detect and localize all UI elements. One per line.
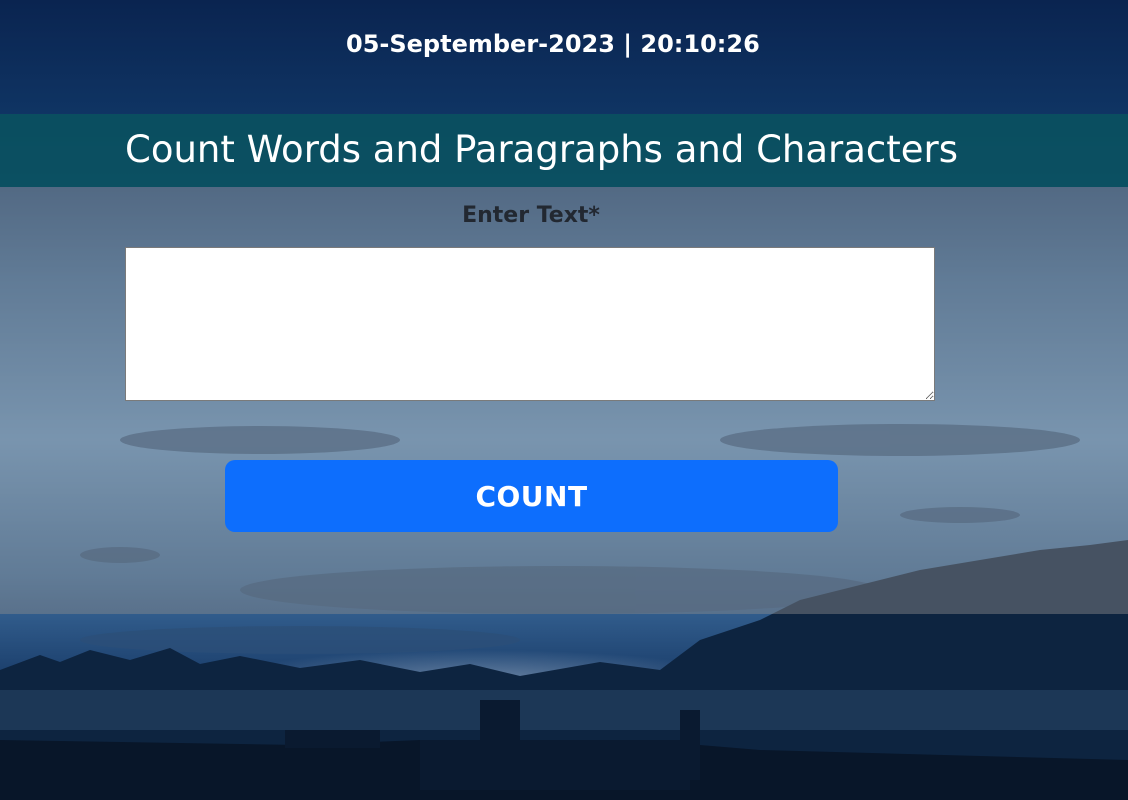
text-field-label: Enter Text* [462,203,600,228]
page-title: Count Words and Paragraphs and Character… [125,128,959,171]
count-button[interactable]: COUNT [225,460,838,532]
form-panel: Enter Text* COUNT [0,187,1128,614]
text-input[interactable] [125,247,935,401]
datetime-display: 05-September-2023 | 20:10:26 [346,30,760,58]
title-banner: Count Words and Paragraphs and Character… [0,114,1128,187]
